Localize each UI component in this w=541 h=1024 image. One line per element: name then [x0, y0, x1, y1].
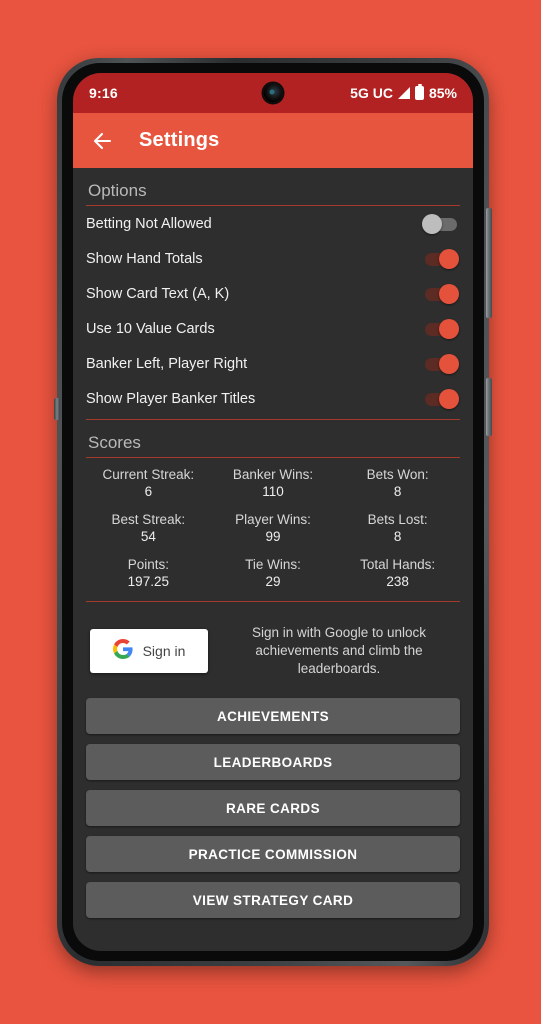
actions-list: ACHIEVEMENTS LEADERBOARDS RARE CARDS PRACTI… — [86, 698, 460, 918]
option-label: Banker Left, Player Right — [86, 356, 248, 372]
score-label: Bets Lost: — [367, 512, 428, 527]
action-button[interactable]: RARE CARDS — [86, 790, 460, 826]
score-cell: Bets Won: 8 — [335, 462, 460, 505]
score-label: Player Wins: — [235, 512, 311, 527]
option-row[interactable]: Use 10 Value Cards — [86, 312, 460, 346]
option-toggle[interactable] — [422, 353, 460, 375]
option-toggle[interactable] — [422, 388, 460, 410]
option-row[interactable]: Betting Not Allowed — [86, 207, 460, 241]
score-value: 197.25 — [127, 574, 169, 589]
scores-section-header: Scores — [86, 420, 460, 458]
action-button[interactable]: LEADERBOARDS — [86, 744, 460, 780]
score-value: 8 — [393, 484, 402, 499]
action-button[interactable]: PRACTICE COMMISSION — [86, 836, 460, 872]
volume-rocker-button[interactable] — [486, 208, 492, 318]
score-cell: Banker Wins: 110 — [211, 462, 336, 505]
option-row[interactable]: Banker Left, Player Right — [86, 347, 460, 381]
option-label: Show Card Text (A, K) — [86, 286, 230, 302]
battery-icon — [414, 83, 424, 100]
page-title: Settings — [139, 129, 220, 151]
score-value: 99 — [265, 529, 281, 544]
score-label: Bets Won: — [366, 467, 429, 482]
score-cell: Best Streak: 54 — [86, 507, 211, 550]
score-cell: Current Streak: 6 — [86, 462, 211, 505]
back-arrow-icon[interactable] — [87, 126, 117, 156]
toggle-thumb — [439, 319, 459, 339]
toggle-thumb — [439, 354, 459, 374]
action-button[interactable]: VIEW STRATEGY CARD — [86, 882, 460, 918]
option-toggle[interactable] — [422, 213, 460, 235]
score-label: Total Hands: — [360, 557, 436, 572]
sign-in-hint-text: Sign in with Google to unlock achievemen… — [251, 625, 427, 676]
toggle-thumb — [439, 389, 459, 409]
option-label: Betting Not Allowed — [86, 216, 212, 232]
google-g-icon — [112, 638, 133, 664]
signin-block: Sign in Sign in with Google to unlock ac… — [86, 602, 460, 698]
score-cell: Points: 197.25 — [86, 552, 211, 595]
app-bar: Settings — [73, 113, 473, 168]
score-value: 8 — [393, 529, 402, 544]
option-label: Use 10 Value Cards — [86, 321, 215, 337]
option-row[interactable]: Show Card Text (A, K) — [86, 277, 460, 311]
phone-screen: 9:16 5G UC 85% Settings Options Betting … — [73, 73, 473, 951]
score-value: 54 — [140, 529, 156, 544]
score-cell: Bets Lost: 8 — [335, 507, 460, 550]
score-cell: Player Wins: 99 — [211, 507, 336, 550]
network-label: 5G UC — [350, 85, 393, 101]
score-value: 238 — [386, 574, 409, 589]
score-cell: Tie Wins: 29 — [211, 552, 336, 595]
sign-in-button-label: Sign in — [142, 643, 186, 659]
score-value: 29 — [265, 574, 281, 589]
score-label: Points: — [127, 557, 169, 572]
status-bar-indicators: 5G UC 85% — [350, 83, 457, 101]
option-toggle[interactable] — [422, 283, 460, 305]
score-label: Current Streak: — [102, 467, 195, 482]
score-label: Best Streak: — [111, 512, 186, 527]
action-button[interactable]: ACHIEVEMENTS — [86, 698, 460, 734]
option-toggle[interactable] — [422, 248, 460, 270]
power-button[interactable] — [486, 378, 492, 436]
option-label: Show Player Banker Titles — [86, 391, 256, 407]
status-bar: 9:16 5G UC 85% — [73, 73, 473, 113]
score-label: Tie Wins: — [245, 557, 301, 572]
option-toggle[interactable] — [422, 318, 460, 340]
toggle-thumb — [422, 214, 442, 234]
options-list: Betting Not Allowed Show Hand Totals Show … — [86, 207, 460, 416]
sim-tray — [54, 398, 60, 420]
camera-cutout-icon — [263, 83, 283, 103]
settings-scroll-area[interactable]: Options Betting Not Allowed Show Hand Tot… — [73, 168, 473, 951]
phone-frame: 9:16 5G UC 85% Settings Options Betting … — [54, 58, 492, 966]
toggle-thumb — [439, 284, 459, 304]
google-sign-in-button[interactable]: Sign in — [90, 629, 208, 673]
battery-percent-label: 85% — [428, 85, 457, 101]
option-row[interactable]: Show Player Banker Titles — [86, 382, 460, 416]
option-row[interactable]: Show Hand Totals — [86, 242, 460, 276]
toggle-thumb — [439, 249, 459, 269]
score-value: 6 — [144, 484, 153, 499]
option-label: Show Hand Totals — [86, 251, 203, 267]
scores-grid: Current Streak: 6 Banker Wins: 110 Bets Won:… — [86, 458, 460, 602]
score-cell: Total Hands: 238 — [335, 552, 460, 595]
status-clock: 9:16 — [89, 85, 118, 101]
options-section-header: Options — [86, 168, 460, 206]
signal-icon — [397, 87, 410, 99]
score-value: 110 — [262, 484, 284, 499]
score-label: Banker Wins: — [232, 467, 314, 482]
